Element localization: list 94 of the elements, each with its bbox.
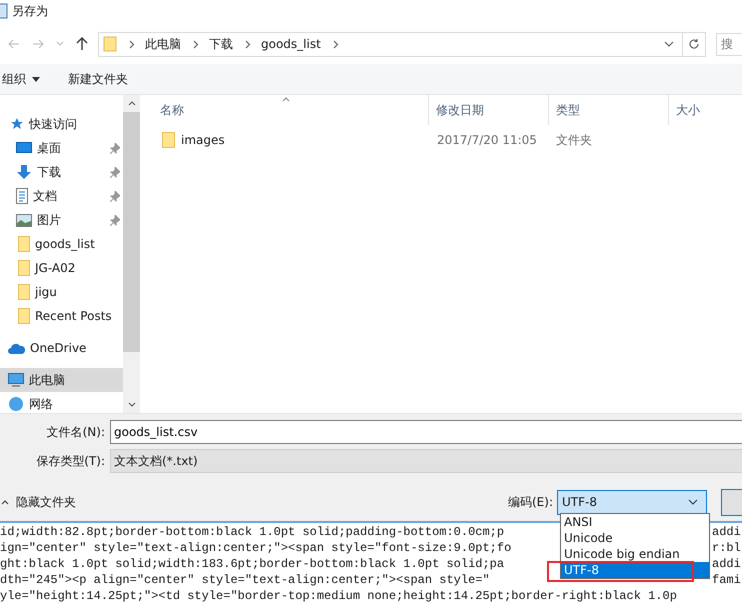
encoding-option[interactable]: ANSI <box>561 514 709 530</box>
forward-arrow-icon[interactable] <box>32 38 44 50</box>
folder-icon <box>18 284 30 300</box>
monitor-icon <box>16 141 32 155</box>
sidebar-item[interactable]: 图片 <box>0 208 123 232</box>
sidebar-label: Recent Posts <box>35 309 113 323</box>
code-line: addi <box>712 524 741 540</box>
sidebar-label: 文档 <box>33 188 58 204</box>
caret-icon <box>32 76 40 82</box>
star-icon <box>10 117 24 131</box>
code-line: ght:black 1.0pt solid;width:183.6pt;border-bottom:black 1.0pt solid;pa <box>0 557 504 571</box>
sidebar-label: 网络 <box>29 396 54 412</box>
save-button[interactable] <box>721 488 742 516</box>
breadcrumb-item[interactable]: 此电脑 <box>145 36 181 52</box>
address-bar[interactable]: 此电脑 下载 goods_list <box>98 32 706 56</box>
notepad-icon <box>0 3 8 19</box>
sidebar-item[interactable]: 文档 <box>0 184 123 208</box>
hide-folders-button[interactable]: 隐藏文件夹 <box>0 494 76 510</box>
code-line: fami <box>712 572 741 588</box>
up-arrow-icon[interactable] <box>76 37 88 51</box>
dropdown-chevron-icon[interactable] <box>664 41 674 47</box>
sidebar-item[interactable]: 此电脑 <box>0 368 123 392</box>
encoding-value: UTF-8 <box>562 495 597 509</box>
document-icon <box>16 188 28 204</box>
sidebar-item[interactable]: OneDrive <box>0 336 123 360</box>
file-type-dropdown[interactable]: 文本文档(*.txt) <box>110 449 742 473</box>
file-name[interactable]: images <box>181 133 225 147</box>
folder-icon <box>18 260 30 276</box>
encoding-option[interactable]: UTF-8 <box>561 562 709 578</box>
scroll-up-icon[interactable] <box>128 101 136 106</box>
code-line: ign="center" style="text-align:center;"><span style="font-size:9.0pt;fo <box>0 541 512 555</box>
folder-icon <box>18 308 30 324</box>
back-arrow-icon[interactable] <box>8 38 20 50</box>
folder-icon <box>18 236 30 252</box>
encoding-dropdown[interactable]: UTF-8 <box>557 490 707 514</box>
search-field[interactable]: 搜 <box>716 32 742 56</box>
column-header[interactable]: 名称 <box>140 95 429 125</box>
sidebar-item[interactable]: 网络 <box>0 392 123 413</box>
code-line: r:bl <box>712 540 741 556</box>
picture-icon <box>16 214 32 226</box>
sidebar-item[interactable]: goods_list <box>0 232 123 256</box>
sidebar-label: 桌面 <box>37 140 62 156</box>
down-arrow-icon <box>16 164 32 180</box>
encoding-option[interactable]: Unicode big endian <box>561 546 709 562</box>
sidebar-label: 图片 <box>37 212 62 228</box>
refresh-icon[interactable] <box>688 38 700 50</box>
caret-up-icon <box>1 500 9 504</box>
modified-date: 2017/7/20 11:05 <box>437 133 537 147</box>
scrollbar[interactable] <box>123 95 140 413</box>
file-type: 文件夹 <box>556 132 592 148</box>
filename-field[interactable]: goods_list.csv <box>110 420 742 444</box>
sidebar-label: goods_list <box>35 237 96 251</box>
encoding-option[interactable]: Unicode <box>561 530 709 546</box>
code-line: yle="height:14.25pt;"><td style="border-top:medium none;height:14.25pt;border-right:black 1.0p <box>0 589 677 602</box>
column-header[interactable]: 修改日期 <box>429 95 549 125</box>
file-type-label: 保存类型(T): <box>35 452 106 470</box>
scrollbar-thumb[interactable] <box>123 112 140 352</box>
sidebar-item[interactable]: 快速访问 <box>0 112 123 136</box>
sidebar-label: 下载 <box>37 164 62 180</box>
globe-icon <box>8 396 24 412</box>
new-folder-button[interactable]: 新建文件夹 <box>66 70 130 88</box>
folder-icon <box>162 132 175 148</box>
folder-icon <box>103 36 117 52</box>
chevron-right-icon <box>332 40 339 48</box>
breadcrumb-item[interactable]: 下载 <box>209 36 233 52</box>
sidebar-label: 快速访问 <box>29 116 78 132</box>
sidebar-label: OneDrive <box>30 341 88 355</box>
chevron-right-icon <box>193 40 199 48</box>
organize-button[interactable]: 组织 <box>0 70 28 88</box>
chevron-right-icon <box>129 40 135 48</box>
sidebar-label: jigu <box>35 285 58 299</box>
breadcrumb-item[interactable]: goods_list <box>261 37 321 51</box>
sidebar-item[interactable]: jigu <box>0 280 123 304</box>
sidebar-item[interactable]: JG-A02 <box>0 256 123 280</box>
sort-ascending-icon <box>282 97 290 102</box>
code-line: dth="245"><p align="center" style="text-align:center;"><span style=" <box>0 573 490 587</box>
sidebar-item[interactable]: 下载 <box>0 160 123 184</box>
encoding-label: 编码(E): <box>508 494 553 510</box>
column-header[interactable]: 大小 <box>669 95 742 125</box>
chevron-down-icon[interactable] <box>56 41 64 47</box>
chevron-down-icon <box>688 499 698 505</box>
sidebar-label: JG-A02 <box>35 261 76 275</box>
column-header[interactable]: 类型 <box>549 95 669 125</box>
cloud-icon <box>8 342 25 354</box>
monitor-icon <box>8 373 24 387</box>
sidebar-item[interactable]: 桌面 <box>0 136 123 160</box>
chevron-right-icon <box>245 40 251 48</box>
sidebar-label: 此电脑 <box>29 372 66 388</box>
scroll-down-icon[interactable] <box>128 402 136 407</box>
sidebar-item[interactable]: Recent Posts <box>0 304 123 328</box>
code-line: id;width:82.8pt;border-bottom:black 1.0pt solid;padding-bottom:0.0cm;p <box>0 525 504 539</box>
filename-label: 文件名(N): <box>46 424 106 440</box>
window-title: 另存为 <box>12 2 48 20</box>
code-line: addi <box>712 556 741 572</box>
